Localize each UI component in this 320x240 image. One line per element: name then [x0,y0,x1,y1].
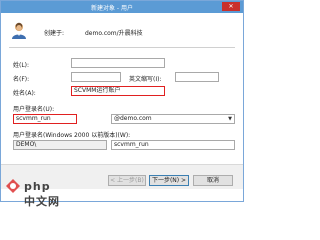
php-logo-icon [6,179,20,193]
initials-field[interactable] [175,72,219,82]
divider [9,47,235,48]
logon-domain-select[interactable]: @demo.com ▼ [111,114,235,124]
user-icon [12,22,26,39]
logon-name-field[interactable]: scvmm_run [13,114,77,124]
last-name-field[interactable] [71,58,165,68]
last-name-label: 姓(L): [13,62,30,69]
full-name-field[interactable]: SCVMM运行账户 [71,86,165,96]
close-button[interactable]: ✕ [222,2,240,11]
first-name-field[interactable] [71,72,121,82]
back-button[interactable]: < 上一步(B) [108,175,146,186]
chevron-down-icon: ▼ [228,116,232,122]
cancel-button[interactable]: 取消 [193,175,233,186]
first-name-label: 名(F): [13,76,30,83]
container-path: demo.com/升晨科技 [85,30,143,37]
watermark: php 中文网 [2,176,62,208]
header-row: 创建于: demo.com/升晨科技 [11,22,231,44]
next-button[interactable]: 下一步(N) > [149,175,189,186]
pre2000-domain-field: DEMO\ [13,140,107,150]
window-title: 新建对象 - 用户 [91,5,133,12]
close-icon: ✕ [228,3,234,10]
pre2000-label: 用户登录名(Windows 2000 以前版本)(W): [13,132,131,139]
logon-name-label: 用户登录名(U): [13,106,55,113]
logon-domain-value: @demo.com [114,115,152,122]
full-name-label: 姓名(A): [13,90,36,97]
initials-label: 英文缩写(I): [129,76,162,83]
create-in-label: 创建于: [44,30,65,37]
pre2000-logon-field[interactable]: scvmm_run [111,140,235,150]
title-bar: 新建对象 - 用户 ✕ [1,1,243,13]
watermark-text: php 中文网 [24,180,60,208]
new-user-dialog: 新建对象 - 用户 ✕ 创建于: demo.com/升晨科技 姓(L): 名(F… [0,0,244,202]
